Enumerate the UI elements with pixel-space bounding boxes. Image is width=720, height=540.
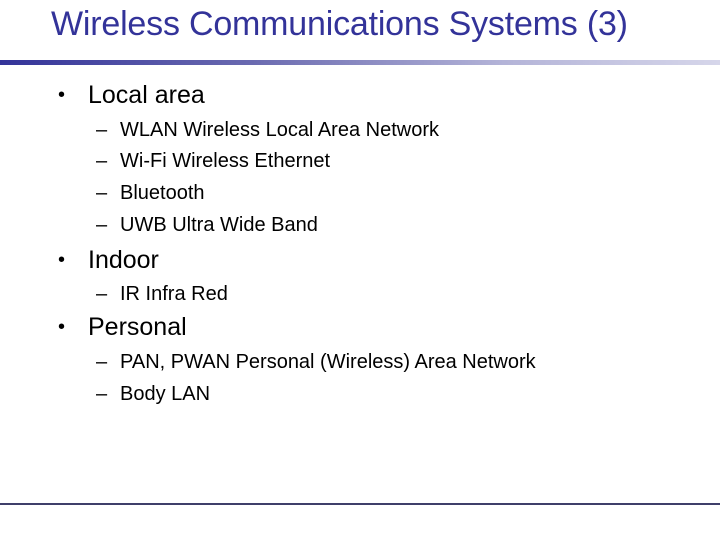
sub-item-ir: – IR Infra Red	[96, 283, 228, 306]
footer-divider	[0, 503, 720, 505]
dash-icon: –	[96, 182, 108, 204]
bullet-icon: •	[58, 249, 66, 271]
sub-item-label: IR Infra Red	[120, 283, 228, 305]
sub-item-label: WLAN Wireless Local Area Network	[120, 119, 439, 141]
sub-item-body-lan: – Body LAN	[96, 383, 210, 406]
bullet-personal: • Personal	[58, 313, 187, 342]
dash-icon: –	[96, 283, 108, 305]
sub-item-pan: – PAN, PWAN Personal (Wireless) Area Netw…	[96, 351, 536, 374]
dash-icon: –	[96, 214, 108, 236]
dash-icon: –	[96, 383, 108, 405]
bullet-indoor: • Indoor	[58, 246, 159, 275]
dash-icon: –	[96, 150, 108, 172]
sub-item-label: Bluetooth	[120, 182, 205, 204]
bullet-label: Indoor	[88, 246, 159, 274]
bullet-label: Local area	[88, 81, 205, 109]
bullet-label: Personal	[88, 313, 187, 341]
dash-icon: –	[96, 351, 108, 373]
sub-item-wifi: – Wi-Fi Wireless Ethernet	[96, 150, 330, 173]
sub-item-bluetooth: – Bluetooth	[96, 182, 205, 205]
bullet-icon: •	[58, 316, 66, 338]
slide-title: Wireless Communications Systems (3)	[51, 5, 628, 43]
sub-item-label: Wi-Fi Wireless Ethernet	[120, 150, 331, 172]
dash-icon: –	[96, 119, 108, 141]
sub-item-wlan: – WLAN Wireless Local Area Network	[96, 119, 439, 142]
sub-item-label: Body LAN	[120, 383, 211, 405]
sub-item-uwb: – UWB Ultra Wide Band	[96, 214, 318, 237]
bullet-icon: •	[58, 84, 66, 106]
title-underline-divider	[0, 60, 720, 65]
sub-item-label: UWB Ultra Wide Band	[120, 214, 318, 236]
bullet-local-area: • Local area	[58, 81, 205, 110]
sub-item-label: PAN, PWAN Personal (Wireless) Area Netwo…	[120, 351, 536, 373]
